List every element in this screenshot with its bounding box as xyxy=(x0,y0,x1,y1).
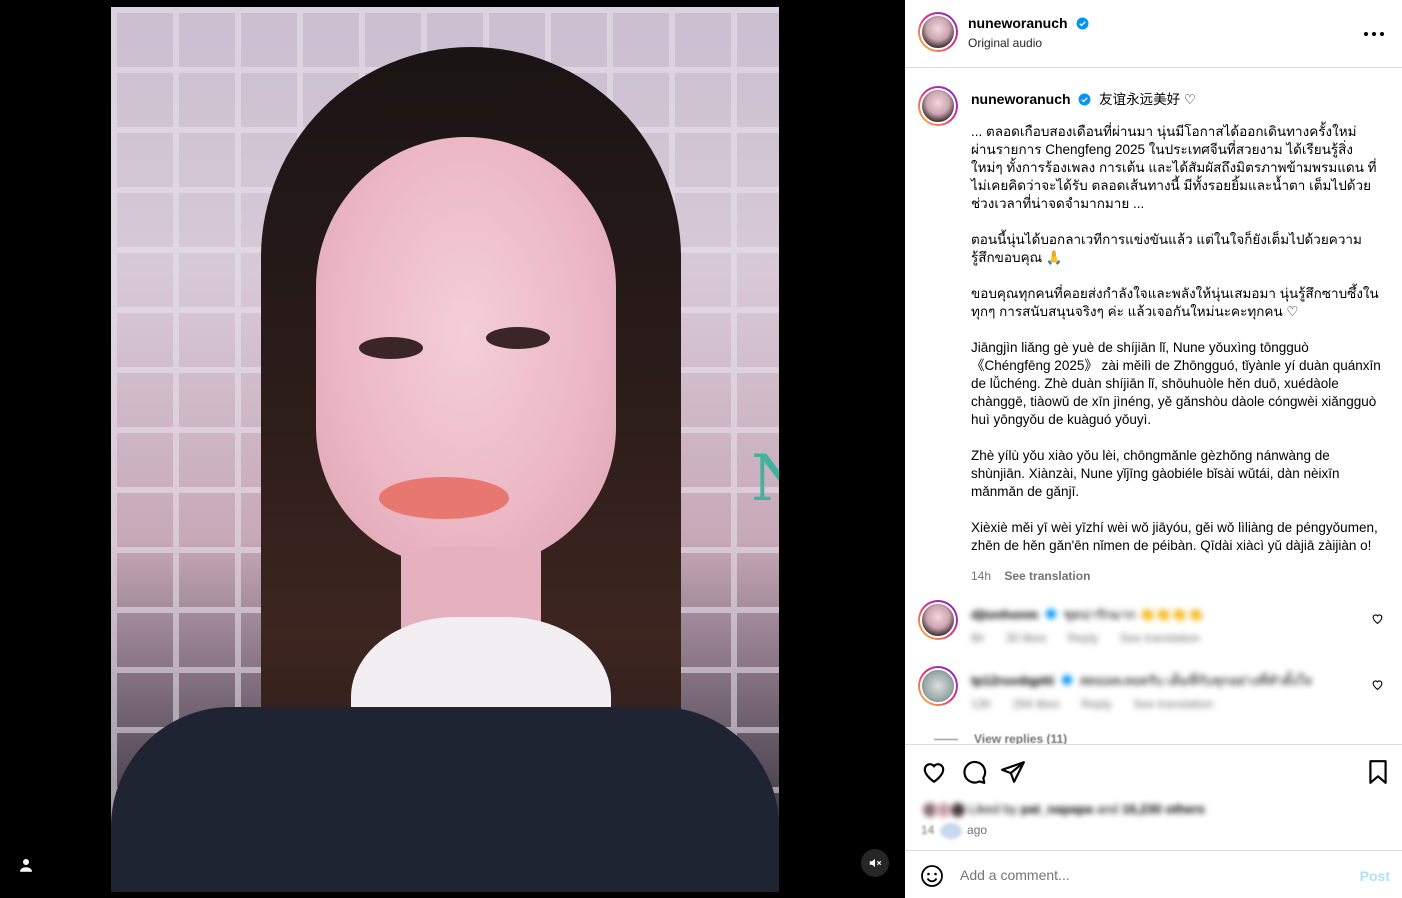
comment-reply-button[interactable]: Reply xyxy=(1068,631,1099,645)
action-bar: Liked by pat_napapa and 16,230 others 14… xyxy=(905,744,1402,850)
caption-avatar[interactable] xyxy=(918,86,958,126)
avatar[interactable] xyxy=(918,12,958,52)
media-viewer: N xyxy=(0,0,905,898)
caption-meta: 14h See translation xyxy=(971,567,1381,585)
post-header: nuneworanuch Original audio xyxy=(905,0,1402,68)
comment-meta: 8h 30 likes Reply See translation xyxy=(971,631,1218,645)
caption-paragraph: Zhè yílù yǒu xiào yǒu lèi, chōngmǎnle gè… xyxy=(971,448,1340,499)
comment-text: djtonhonm ชุดน่ารักมาก 👏👏👏👏 xyxy=(971,604,1204,625)
verified-badge-icon xyxy=(1076,17,1089,30)
comment-username[interactable]: tp12ruvdqptti xyxy=(971,673,1054,688)
reel-video[interactable]: N xyxy=(111,7,779,892)
background-sign: N xyxy=(751,442,779,516)
likes-mid: and xyxy=(1096,801,1119,817)
verified-badge-icon xyxy=(1045,609,1056,619)
caption-paragraph: Xièxiè měi yī wèi yīzhí wèi wǒ jiāyóu, g… xyxy=(971,520,1378,553)
comment-meta: 13h 294 likes Reply See translation xyxy=(971,697,1231,711)
heart-icon[interactable] xyxy=(1371,612,1384,625)
caption-title: 友谊永远美好 ♡ xyxy=(1099,92,1196,107)
comment-text: tp12ruvdqptti สดยอดเลยครับ เต็มที่กับทุก… xyxy=(971,670,1312,691)
more-horizontal-icon[interactable] xyxy=(1362,24,1386,44)
comment-time: 13h xyxy=(971,697,992,711)
heart-icon[interactable] xyxy=(921,759,947,785)
muted-speaker-icon xyxy=(869,858,882,868)
subject-lips xyxy=(379,477,509,519)
post-time-suffix: ago xyxy=(967,823,988,838)
post-time-value: 14 xyxy=(921,823,935,838)
caption-username[interactable]: nuneworanuch xyxy=(971,91,1071,107)
post-time[interactable]: 14 ago xyxy=(921,823,987,839)
subject-jacket xyxy=(111,707,779,892)
bookmark-icon[interactable] xyxy=(1365,759,1391,785)
heart-icon[interactable] xyxy=(1371,678,1384,691)
comment-avatar[interactable] xyxy=(918,666,958,706)
post-comment-button[interactable]: Post xyxy=(1360,868,1390,884)
audio-label[interactable]: Original audio xyxy=(968,36,1042,50)
verified-badge-icon xyxy=(1078,93,1091,106)
likes-prefix: Liked by xyxy=(968,801,1018,817)
comment-likes[interactable]: 30 likes xyxy=(1006,631,1047,645)
post-username[interactable]: nuneworanuch xyxy=(968,15,1068,31)
caption-paragraph: ขอบคุณทุกคนที่คอยส่งกำลังใจและพลังให้นุ่… xyxy=(971,286,1379,319)
comment-body: สดยอดเลยครับ เต็มที่กับทุกอย่างที่ทำตั้ง… xyxy=(1079,673,1312,688)
comment-icon[interactable] xyxy=(961,759,987,785)
emoji-icon[interactable] xyxy=(920,864,944,888)
comment-composer: Post xyxy=(905,850,1402,898)
comment-translation-link[interactable]: See translation xyxy=(1133,697,1213,711)
see-translation-link[interactable]: See translation xyxy=(1004,569,1090,583)
caption-and-comments[interactable]: nuneworanuch 友谊永远美好 ♡ ... ตลอดเกือบสองเด… xyxy=(905,68,1402,744)
verified-badge-icon xyxy=(1061,675,1072,685)
post-panel: nuneworanuch Original audio nuneworanuch… xyxy=(905,0,1402,898)
comment-body: ชุดน่ารักมาก 👏👏👏👏 xyxy=(1063,607,1204,622)
comment-likes[interactable]: 294 likes xyxy=(1012,697,1059,711)
share-icon[interactable] xyxy=(1000,759,1026,785)
caption-paragraph: ตอนนี้นุ่นได้บอกลาเวทีการแข่งขันแล้ว แต่… xyxy=(971,232,1362,265)
caption-time: 14h xyxy=(971,569,992,583)
caption-paragraph: Jiāngjìn liǎng gè yuè de shíjiān lǐ, Nun… xyxy=(971,340,1381,427)
likes-summary[interactable]: Liked by pat_napapa and 16,230 others xyxy=(921,801,1205,819)
mute-toggle-button[interactable] xyxy=(861,849,889,877)
time-overlay xyxy=(939,823,962,839)
person-icon[interactable] xyxy=(17,856,35,874)
caption: nuneworanuch 友谊永远美好 ♡ ... ตลอดเกือบสองเด… xyxy=(971,90,1381,585)
comment-avatar[interactable] xyxy=(918,600,958,640)
subject-eye-right xyxy=(486,327,550,349)
comment-input[interactable] xyxy=(960,867,1320,883)
view-replies-button[interactable]: View replies (11) xyxy=(974,732,1067,744)
caption-paragraph: ... ตลอดเกือบสองเดือนที่ผ่านมา นุ่นมีโอก… xyxy=(971,124,1377,211)
comment-reply-button[interactable]: Reply xyxy=(1081,697,1112,711)
likes-count[interactable]: 16,230 others xyxy=(1122,801,1205,816)
comment-username[interactable]: djtonhonm xyxy=(971,607,1038,622)
likes-user[interactable]: pat_napapa xyxy=(1021,801,1093,816)
comment-time: 8h xyxy=(971,631,985,645)
comment-translation-link[interactable]: See translation xyxy=(1120,631,1200,645)
subject-eye-left xyxy=(359,337,423,359)
liked-by-avatars xyxy=(921,801,967,819)
